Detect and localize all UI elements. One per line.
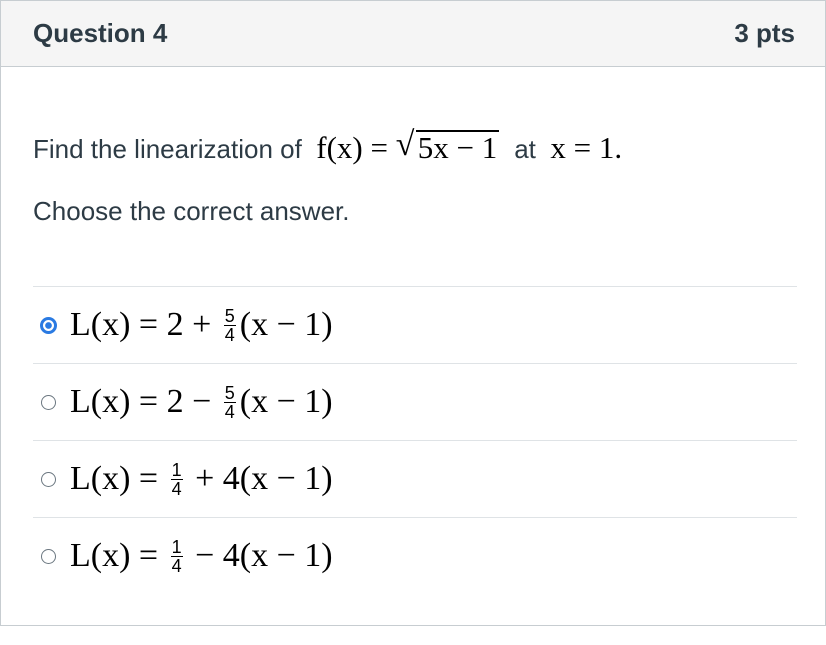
sqrt-expression: √ 5x − 1 (396, 126, 500, 166)
fraction-denominator: 4 (224, 324, 235, 345)
question-body: Find the linearization of f(x) = √ 5x − 1… (1, 68, 825, 625)
radio-button[interactable] (41, 548, 56, 564)
answer-post: + 4(x − 1) (186, 460, 333, 497)
function-lhs: f(x) = (316, 130, 388, 165)
answer-pre: L(x) = (70, 460, 167, 497)
answer-expression: L(x) = 14 + 4(x − 1) (70, 460, 333, 498)
answer-post: (x − 1) (239, 383, 333, 420)
fraction: 14 (170, 536, 183, 576)
question-card: Question 4 3 pts Find the linearization … (0, 0, 826, 626)
fraction-denominator: 4 (224, 401, 235, 422)
radio-button[interactable] (40, 316, 57, 334)
answer-option[interactable]: L(x) = 14 + 4(x − 1) (33, 440, 797, 517)
fraction-denominator: 4 (171, 555, 182, 576)
radio-button[interactable] (41, 471, 56, 487)
fraction-numerator: 5 (223, 305, 236, 326)
function-expression: f(x) = √ 5x − 1 (316, 126, 507, 166)
answer-expression: L(x) = 14 − 4(x − 1) (70, 537, 333, 575)
question-header: Question 4 3 pts (1, 1, 825, 67)
answer-pre: L(x) = (70, 537, 167, 574)
fraction: 54 (223, 382, 236, 422)
fraction-numerator: 5 (223, 382, 236, 403)
answer-post: (x − 1) (239, 306, 333, 343)
answer-pre: L(x) = 2 − (70, 383, 220, 420)
question-text: Find the linearization of f(x) = √ 5x − 1… (33, 126, 623, 166)
answer-option[interactable]: L(x) = 2 − 5 4 (x − 1) (33, 363, 797, 440)
fraction: 54 (223, 305, 236, 345)
at-word: at (514, 134, 536, 164)
prompt-text: Find the linearization of (33, 134, 302, 164)
fraction-numerator: 1 (170, 536, 183, 557)
radicand: 5x − 1 (415, 130, 500, 165)
instruction-text: Choose the correct answer. (33, 196, 350, 226)
answer-pre: L(x) = 2 + (70, 306, 220, 343)
evaluation-point: x = 1. (550, 130, 623, 165)
fraction-denominator: 4 (171, 478, 182, 499)
answer-expression: L(x) = 2 − 5 4 (x − 1) (70, 383, 333, 421)
answer-expression: L(x) = 2 + 5 4 (x − 1) (70, 306, 333, 344)
answer-post: − 4(x − 1) (186, 537, 333, 574)
question-title: Question 4 (33, 18, 168, 48)
answer-option[interactable]: L(x) = 14 − 4(x − 1) (33, 517, 797, 594)
radical-sign: √ (395, 126, 415, 163)
fraction-numerator: 1 (170, 459, 183, 480)
points-label: 3 pts (734, 18, 795, 48)
radio-button[interactable] (41, 394, 56, 410)
answer-option[interactable]: L(x) = 2 + 5 4 (x − 1) (33, 286, 797, 363)
answer-list: L(x) = 2 + 5 4 (x − 1) L(x) = 2 − 5 4 (x − 1)… (33, 286, 797, 594)
fraction: 14 (170, 459, 183, 499)
